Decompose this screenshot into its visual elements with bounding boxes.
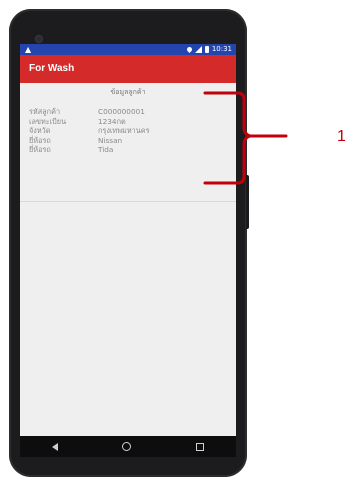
customer-info-rows: รหัสลูกค้า C000000001 เลขทะเบียน 1234กต … <box>29 107 150 155</box>
annotation-bracket <box>203 91 288 185</box>
info-label: รหัสลูกค้า <box>29 107 61 116</box>
location-icon <box>185 45 193 54</box>
card-divider <box>20 201 236 202</box>
app-title: For Wash <box>29 63 75 74</box>
android-nav-bar <box>20 436 236 457</box>
info-value: Nissan <box>98 135 123 145</box>
info-row-brand: ยี่ห้อรถ Nissan <box>29 136 150 146</box>
info-row-customer-id: รหัสลูกค้า C000000001 <box>29 107 150 117</box>
nav-home-icon[interactable] <box>122 442 132 451</box>
info-value: C000000001 <box>98 107 145 116</box>
status-bar: ▲ 10:31 <box>20 44 236 55</box>
info-label: ยี่ห้อรถ <box>29 145 51 154</box>
status-icons: 10:31 <box>185 44 232 55</box>
nav-recent-icon[interactable] <box>195 442 204 451</box>
info-label: ยี่ห้อรถ <box>29 135 51 145</box>
signal-icon <box>194 46 202 53</box>
front-camera-icon <box>36 36 42 42</box>
app-bar: For Wash <box>20 55 236 83</box>
warning-icon: ▲ <box>25 45 32 54</box>
info-row-province: จังหวัด กรุงเทพมหานคร <box>29 126 150 136</box>
nav-back-icon[interactable] <box>52 442 59 451</box>
info-value: กรุงเทพมหานคร <box>98 126 150 135</box>
info-label: เลขทะเบียน <box>29 116 67 126</box>
info-label: จังหวัด <box>29 126 51 135</box>
info-row-plate: เลขทะเบียน 1234กต <box>29 117 150 127</box>
annotation-number: 1 <box>337 128 346 145</box>
info-row-model: ยี่ห้อรถ Tida <box>29 145 150 155</box>
status-time: 10:31 <box>211 45 232 53</box>
battery-icon <box>204 46 209 53</box>
info-value: Tida <box>98 145 114 154</box>
info-value: 1234กต <box>98 116 126 126</box>
